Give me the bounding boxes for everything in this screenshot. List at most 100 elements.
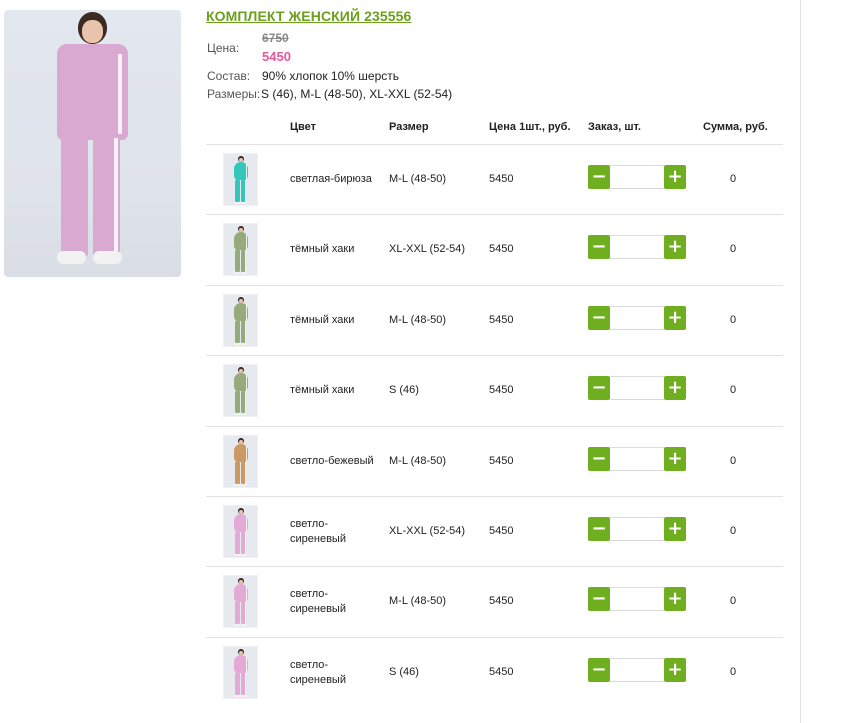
table-row: светло-сиреневый XL-XXL (52-54) 5450 − +… xyxy=(206,497,783,567)
quantity-input-underline xyxy=(610,681,664,682)
quantity-stepper: − + xyxy=(587,587,686,613)
variant-color: светло-сиреневый xyxy=(290,588,346,615)
variant-thumbnail[interactable] xyxy=(223,435,258,488)
product-main-photo[interactable] xyxy=(4,10,181,277)
variant-size: S (46) xyxy=(389,384,419,396)
increase-quantity-button[interactable]: + xyxy=(664,447,686,471)
composition-label: Состав: xyxy=(207,69,251,83)
figure-shoe xyxy=(234,694,240,697)
sizes-label: Размеры: xyxy=(207,87,261,101)
variant-figure xyxy=(224,365,257,416)
decrease-quantity-button[interactable]: − xyxy=(588,447,610,471)
figure-stripe xyxy=(245,462,246,484)
quantity-input[interactable] xyxy=(610,235,664,259)
variant-thumbnail[interactable] xyxy=(223,294,258,347)
column-header-price: Цена 1шт., руб. xyxy=(489,121,571,133)
quantity-input-underline xyxy=(610,329,664,330)
quantity-input-underline xyxy=(610,470,664,471)
figure-stripe xyxy=(245,375,247,391)
figure-shoe xyxy=(234,271,240,274)
figure-shoe xyxy=(234,623,240,626)
sizes-value: S (46), M-L (48-50), XL-XXL (52-54) xyxy=(261,87,453,101)
quantity-input-underline xyxy=(610,540,664,541)
increase-quantity-button[interactable]: + xyxy=(664,587,686,611)
sale-price: 5450 xyxy=(262,49,291,64)
increase-quantity-button[interactable]: + xyxy=(664,165,686,189)
increase-quantity-button[interactable]: + xyxy=(664,376,686,400)
variant-thumbnail[interactable] xyxy=(223,505,258,558)
variant-sum: 0 xyxy=(730,666,737,678)
price-label: Цена: xyxy=(207,41,240,55)
figure-shoe xyxy=(241,342,247,345)
variant-figure xyxy=(224,506,257,557)
variant-thumbnail[interactable] xyxy=(223,153,258,206)
quantity-input[interactable] xyxy=(610,165,664,189)
figure-shoe xyxy=(241,271,247,274)
variant-color: тёмный хаки xyxy=(290,243,355,255)
variant-sum: 0 xyxy=(730,243,737,255)
figure-leg xyxy=(235,320,241,344)
figure-shoe xyxy=(92,251,122,264)
quantity-input[interactable] xyxy=(610,376,664,400)
column-header-color: Цвет xyxy=(290,121,317,133)
product-photo-figure xyxy=(4,10,181,277)
decrease-quantity-button[interactable]: − xyxy=(588,235,610,259)
variant-figure xyxy=(224,154,257,205)
decrease-quantity-button[interactable]: − xyxy=(588,165,610,189)
increase-quantity-button[interactable]: + xyxy=(664,306,686,330)
variant-price: 5450 xyxy=(489,173,514,185)
variant-color: светло-сиреневый xyxy=(290,659,346,686)
variant-thumbnail[interactable] xyxy=(223,364,258,417)
variant-sum: 0 xyxy=(730,314,737,326)
product-title-link[interactable]: КОМПЛЕКТ ЖЕНСКИЙ 235556 xyxy=(206,8,411,24)
decrease-quantity-button[interactable]: − xyxy=(588,658,610,682)
decrease-quantity-button[interactable]: − xyxy=(588,376,610,400)
variant-price: 5450 xyxy=(489,525,514,537)
variant-thumbnail[interactable] xyxy=(223,646,258,699)
figure-stripe xyxy=(245,321,246,343)
variant-size: M-L (48-50) xyxy=(389,455,447,467)
figure-leg xyxy=(235,179,241,203)
old-price: 6750 xyxy=(262,31,289,45)
figure-leg xyxy=(235,461,241,485)
variant-sum: 0 xyxy=(730,173,737,185)
table-row: светло-сиреневый S (46) 5450 − + 0 xyxy=(206,638,783,708)
variant-sum: 0 xyxy=(730,455,737,467)
quantity-input[interactable] xyxy=(610,447,664,471)
increase-quantity-button[interactable]: + xyxy=(664,658,686,682)
variant-thumbnail[interactable] xyxy=(223,223,258,276)
increase-quantity-button[interactable]: + xyxy=(664,517,686,541)
variant-size: S (46) xyxy=(389,666,419,678)
variant-color: светло-бежевый xyxy=(290,455,374,467)
decrease-quantity-button[interactable]: − xyxy=(588,306,610,330)
increase-quantity-button[interactable]: + xyxy=(664,235,686,259)
figure-stripe xyxy=(113,138,118,252)
quantity-stepper: − + xyxy=(587,517,686,543)
figure-stripe xyxy=(245,657,247,673)
quantity-stepper: − + xyxy=(587,658,686,684)
decrease-quantity-button[interactable]: − xyxy=(588,517,610,541)
figure-shoe xyxy=(234,553,240,556)
variant-thumbnail[interactable] xyxy=(223,575,258,628)
variant-color: светлая-бирюза xyxy=(290,173,372,185)
variant-figure xyxy=(224,647,257,698)
quantity-input[interactable] xyxy=(610,587,664,611)
variant-figure xyxy=(224,436,257,487)
figure-stripe xyxy=(245,391,246,413)
quantity-input[interactable] xyxy=(610,517,664,541)
figure-shoe xyxy=(241,623,247,626)
decrease-quantity-button[interactable]: − xyxy=(588,587,610,611)
figure-stripe xyxy=(245,532,246,554)
figure-shoe xyxy=(234,412,240,415)
figure-stripe xyxy=(245,446,247,462)
table-row: светлая-бирюза M-L (48-50) 5450 − + 0 xyxy=(206,145,783,215)
figure-stripe xyxy=(245,250,246,272)
variant-color: светло-сиреневый xyxy=(290,518,346,545)
quantity-input[interactable] xyxy=(610,658,664,682)
figure-shoe xyxy=(241,553,247,556)
quantity-stepper: − + xyxy=(587,306,686,332)
variant-price: 5450 xyxy=(489,595,514,607)
table-row: тёмный хаки M-L (48-50) 5450 − + 0 xyxy=(206,286,783,356)
page-divider xyxy=(800,0,801,723)
quantity-input[interactable] xyxy=(610,306,664,330)
